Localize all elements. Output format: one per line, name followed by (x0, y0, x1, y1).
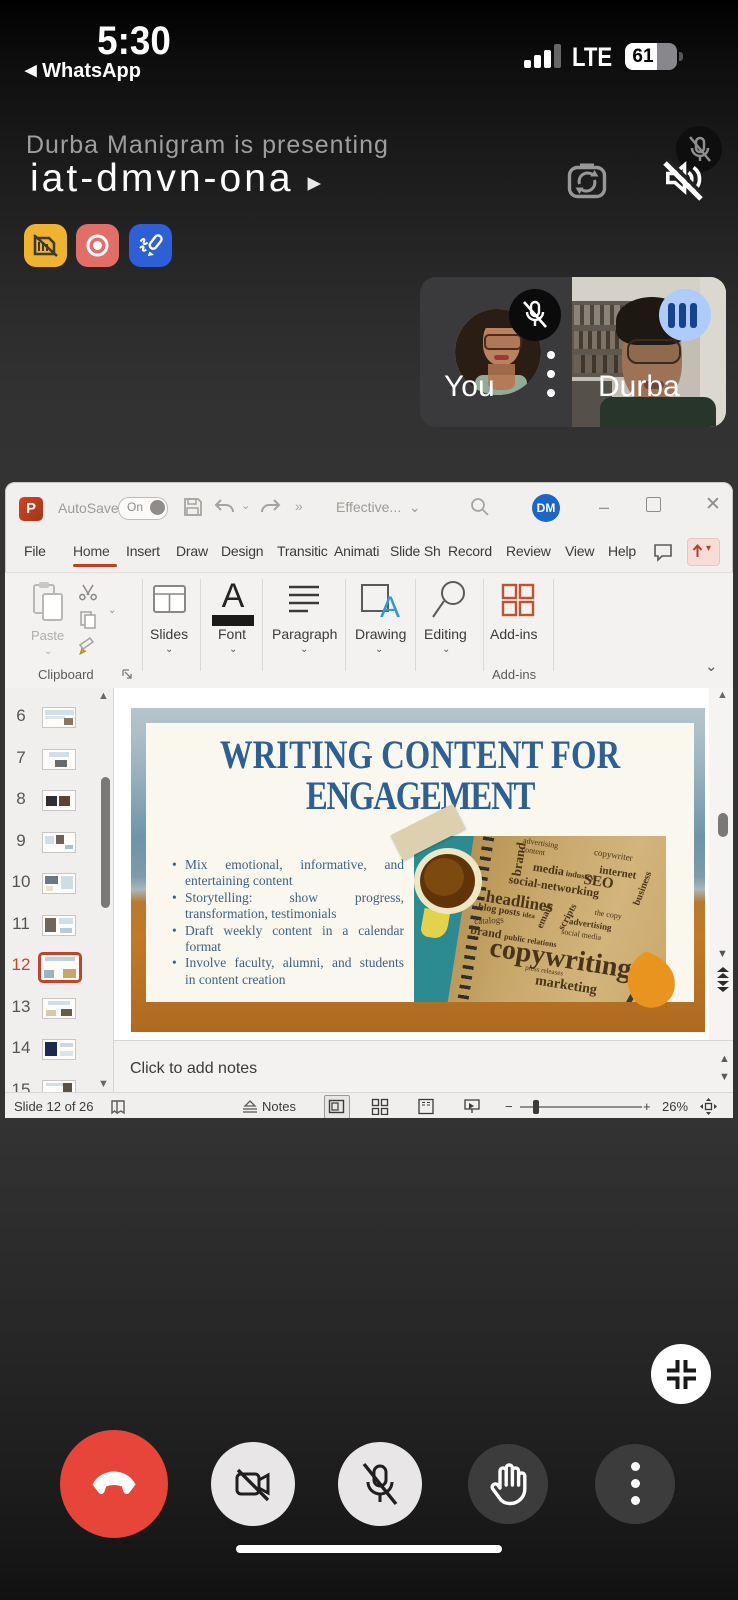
svg-text:A: A (380, 591, 400, 621)
